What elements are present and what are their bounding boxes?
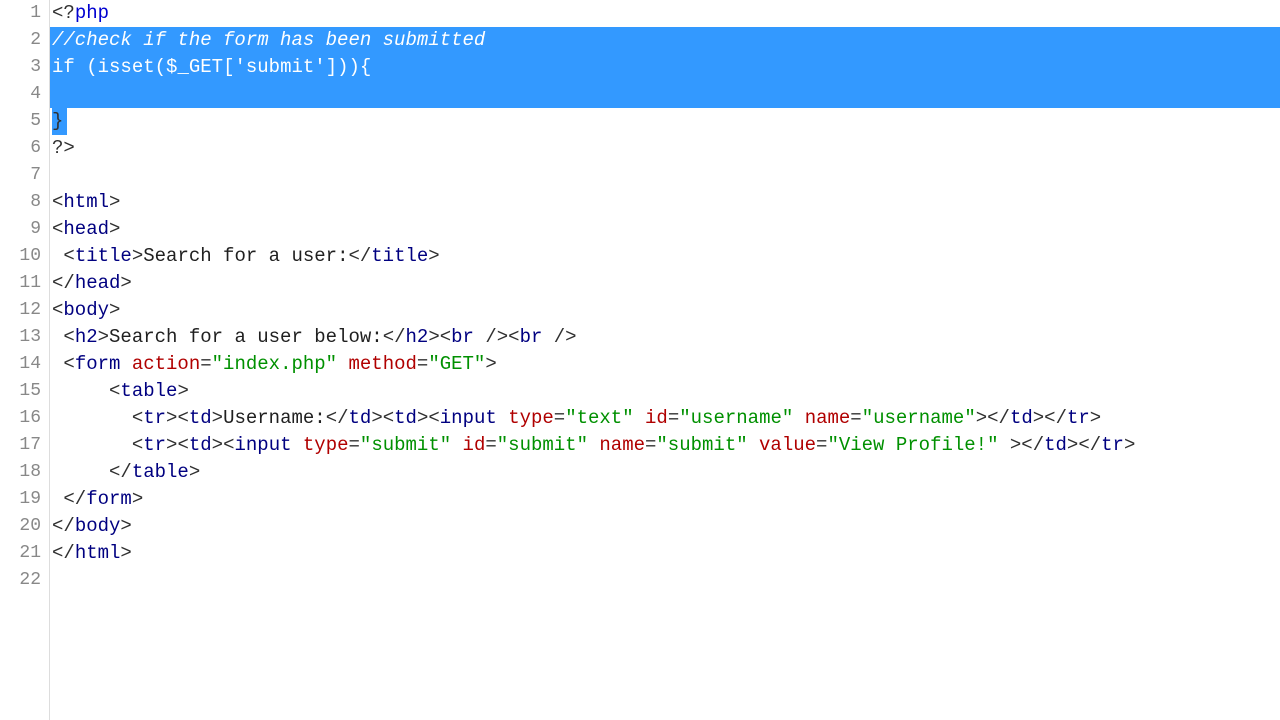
code-line[interactable]: <tr><td>Username:</td><td><input type="t… [50,405,1280,432]
code-line[interactable]: </form> [50,486,1280,513]
line-number: 19 [6,486,41,513]
line-number: 12 [6,297,41,324]
code-line[interactable]: <html> [50,189,1280,216]
line-number: 22 [6,567,41,594]
line-number: 13 [6,324,41,351]
code-line[interactable]: <title>Search for a user:</title> [50,243,1280,270]
code-editor[interactable]: 12345678910111213141516171819202122 <?ph… [0,0,1280,720]
code-line[interactable]: <table> [50,378,1280,405]
code-line[interactable]: ?> [50,135,1280,162]
code-line[interactable]: </body> [50,513,1280,540]
line-number: 7 [6,162,41,189]
line-number: 4 [6,81,41,108]
code-line[interactable]: if (isset($_GET['submit'])){ [50,54,1280,81]
line-number: 1 [6,0,41,27]
line-number: 11 [6,270,41,297]
code-line[interactable]: <form action="index.php" method="GET"> [50,351,1280,378]
line-number: 17 [6,432,41,459]
code-line[interactable] [50,81,1280,108]
line-number: 8 [6,189,41,216]
line-number: 2 [6,27,41,54]
code-line[interactable]: </head> [50,270,1280,297]
code-line[interactable]: </html> [50,540,1280,567]
line-number-gutter: 12345678910111213141516171819202122 [0,0,50,720]
code-line[interactable]: <body> [50,297,1280,324]
code-line[interactable]: <?php [50,0,1280,27]
line-number: 14 [6,351,41,378]
line-number: 6 [6,135,41,162]
line-number: 20 [6,513,41,540]
code-line[interactable] [50,567,1280,594]
line-number: 5 [6,108,41,135]
line-number: 10 [6,243,41,270]
line-number: 9 [6,216,41,243]
code-line[interactable]: <tr><td><input type="submit" id="submit"… [50,432,1280,459]
code-line[interactable]: <h2>Search for a user below:</h2><br /><… [50,324,1280,351]
line-number: 16 [6,405,41,432]
line-number: 18 [6,459,41,486]
code-line[interactable]: </table> [50,459,1280,486]
code-line[interactable]: } [50,108,1280,135]
line-number: 21 [6,540,41,567]
code-line[interactable]: <head> [50,216,1280,243]
line-number: 3 [6,54,41,81]
line-number: 15 [6,378,41,405]
code-area[interactable]: <?php//check if the form has been submit… [50,0,1280,720]
code-line[interactable] [50,162,1280,189]
code-line[interactable]: //check if the form has been submitted [50,27,1280,54]
